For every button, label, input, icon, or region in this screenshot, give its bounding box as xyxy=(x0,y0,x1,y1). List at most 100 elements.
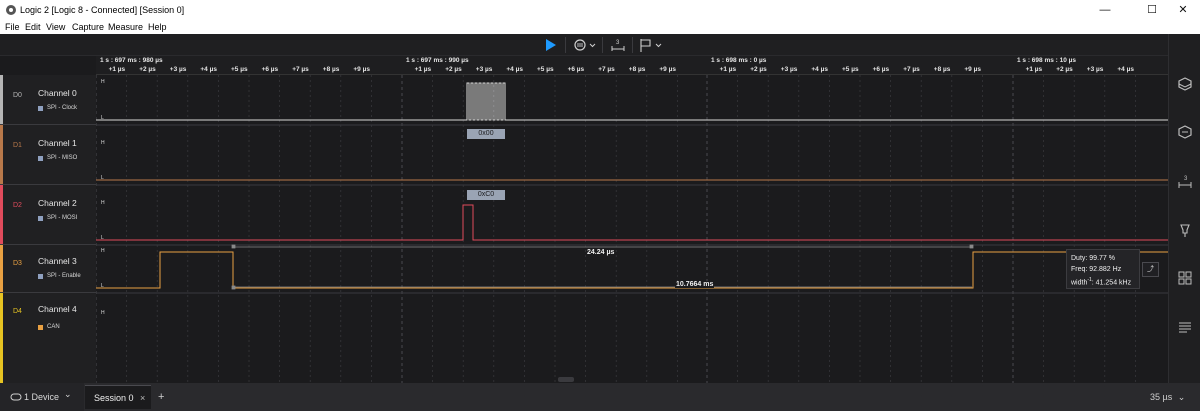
channel-color-bar xyxy=(0,125,3,184)
waveform-d0 xyxy=(96,82,1168,121)
time-minor-label: +5 µs xyxy=(537,66,554,73)
device-settings-button[interactable] xyxy=(572,36,598,54)
channel-id: D1 xyxy=(13,142,22,149)
close-tab-icon[interactable]: × xyxy=(140,393,145,403)
trigger-settings-icon xyxy=(574,39,596,51)
channel-row-d0[interactable]: D0 Channel 0 SPI - Clock xyxy=(0,75,96,125)
window-title: Logic 2 [Logic 8 - Connected] [Session 0… xyxy=(20,5,185,15)
time-minor-label: +7 µs xyxy=(598,66,615,73)
channel-list: D0 Channel 0 SPI - Clock D1 Channel 1 SP… xyxy=(0,75,96,383)
analyzer-name[interactable]: SPI - Enable xyxy=(47,273,81,279)
device-link-icon xyxy=(10,393,22,401)
time-major-label: 1 s : 698 ms : 10 µs xyxy=(1017,57,1077,64)
row-separators xyxy=(96,124,1168,294)
session-tab[interactable]: Session 0 × xyxy=(85,385,151,409)
high-label: H xyxy=(101,310,105,316)
time-minor-label: +3 µs xyxy=(475,66,493,73)
close-button[interactable]: ✕ xyxy=(1164,0,1200,20)
toolbar-separator xyxy=(632,37,633,53)
analyzer-name[interactable]: SPI - MISO xyxy=(47,155,77,161)
measure-icon: 3 xyxy=(611,40,625,51)
channel-name[interactable]: Channel 4 xyxy=(38,304,77,314)
time-minor-label: +8 µs xyxy=(628,66,646,73)
channel-row-d4[interactable]: D4 Channel 4 CAN xyxy=(0,293,96,383)
measurements-icon[interactable]: 3 xyxy=(1177,174,1193,190)
timing-marker-button[interactable] xyxy=(637,36,665,54)
toolbar-separator xyxy=(565,37,566,53)
analyzer-name[interactable]: SPI - MOSI xyxy=(47,215,77,221)
horizontal-scroll-handle[interactable] xyxy=(558,377,574,382)
add-tab-button[interactable]: + xyxy=(158,391,164,403)
menu-edit[interactable]: Edit xyxy=(25,22,41,32)
menu-help[interactable]: Help xyxy=(148,22,167,32)
menu-file[interactable]: File xyxy=(5,22,20,32)
channel-row-d3[interactable]: D3 Channel 3 SPI - Enable xyxy=(0,245,96,293)
analyzer-name[interactable]: SPI - Clock xyxy=(47,105,77,111)
time-minor-label: +1 µs xyxy=(1025,66,1043,73)
decoded-miso-label[interactable]: 0x00 xyxy=(467,129,505,139)
low-label: L xyxy=(101,283,104,289)
menu-view[interactable]: View xyxy=(46,22,65,32)
time-minor-label: +1 µs xyxy=(719,66,737,73)
device-icon[interactable] xyxy=(1177,76,1193,92)
channel-name[interactable]: Channel 3 xyxy=(38,256,77,266)
waveform-d3 xyxy=(96,251,1168,289)
analyzer-name[interactable]: CAN xyxy=(47,324,60,330)
time-minor-label: +2 µs xyxy=(139,66,156,73)
channel-row-d1[interactable]: D1 Channel 1 SPI - MISO xyxy=(0,125,96,185)
waveform-view[interactable]: H L H L H L H L H 0x00 0xC0 24.24 µs 10.… xyxy=(96,75,1168,383)
time-minor-label: +7 µs xyxy=(903,66,920,73)
channel-name[interactable]: Channel 0 xyxy=(38,88,77,98)
zoom-level: 35 µs xyxy=(1150,392,1173,402)
time-minor-label: +6 µs xyxy=(261,66,279,73)
add-measurement-button[interactable]: ⤴ xyxy=(1142,262,1159,277)
time-minor-label: +3 µs xyxy=(169,66,187,73)
waveform-d2 xyxy=(96,204,1168,241)
low-label: L xyxy=(101,115,104,121)
menu-bar: File Edit View Capture Measure Help xyxy=(0,20,1200,34)
time-major-label: 1 s : 698 ms : 0 µs xyxy=(711,57,767,64)
width-inverse-text: width-1: 41.254 kHz xyxy=(1071,275,1135,288)
minimize-button[interactable]: — xyxy=(1086,0,1124,20)
channel-row-d2[interactable]: D2 Channel 2 SPI - MOSI xyxy=(0,185,96,245)
analyzer-square-icon xyxy=(38,156,43,161)
duty-cycle-text: Duty: 99.77 % xyxy=(1071,255,1115,262)
title-bar: Logic 2 [Logic 8 - Connected] [Session 0… xyxy=(0,0,1200,20)
bottom-bar: 1 Device ⌄ Session 0 × + 35 µs ⌄ xyxy=(0,383,1200,411)
analyzer-square-icon xyxy=(38,106,43,111)
start-capture-button[interactable] xyxy=(540,36,560,54)
menu-measure[interactable]: Measure xyxy=(108,22,143,32)
time-minor-label: +3 µs xyxy=(1086,66,1104,73)
analyzers-icon[interactable] xyxy=(1177,124,1193,140)
time-minor-label: +5 µs xyxy=(231,66,248,73)
time-minor-label: +9 µs xyxy=(659,66,676,73)
width-value: : 41.254 kHz xyxy=(1091,279,1132,287)
time-minor-label: +9 µs xyxy=(964,66,981,73)
time-minor-label: +4 µs xyxy=(811,66,828,73)
toolbar-separator xyxy=(602,37,603,53)
extensions-icon[interactable] xyxy=(1177,270,1193,286)
high-label: H xyxy=(101,248,105,254)
analyzer-square-icon xyxy=(38,216,43,221)
decoded-mosi-label[interactable]: 0xC0 xyxy=(467,190,505,200)
zoom-level-selector[interactable]: 35 µs ⌄ xyxy=(1150,392,1185,403)
channel-color-bar xyxy=(0,185,3,244)
channel-color-bar xyxy=(0,293,3,383)
time-minor-label: +4 µs xyxy=(506,66,523,73)
high-label: H xyxy=(101,79,105,85)
pin-icon[interactable] xyxy=(1177,222,1193,238)
menu-capture[interactable]: Capture xyxy=(72,22,104,32)
pulse-width-measurement: 24.24 µs xyxy=(586,249,616,256)
play-icon xyxy=(546,39,556,51)
channel-name[interactable]: Channel 1 xyxy=(38,138,77,148)
measure-button[interactable]: 3 xyxy=(608,36,628,54)
high-label: H xyxy=(101,200,105,206)
device-tab[interactable]: 1 Device ⌄ xyxy=(0,383,84,411)
analyzer-square-icon xyxy=(38,274,43,279)
timeline-ruler[interactable]: 1 s : 697 ms : 980 µs 1 s : 697 ms : 990… xyxy=(96,56,1168,75)
channel-name[interactable]: Channel 2 xyxy=(38,198,77,208)
notes-icon[interactable] xyxy=(1177,320,1193,336)
svg-text:3: 3 xyxy=(1184,176,1188,182)
time-minor-label: +4 µs xyxy=(1117,66,1134,73)
waveform-canvas xyxy=(96,75,1168,383)
